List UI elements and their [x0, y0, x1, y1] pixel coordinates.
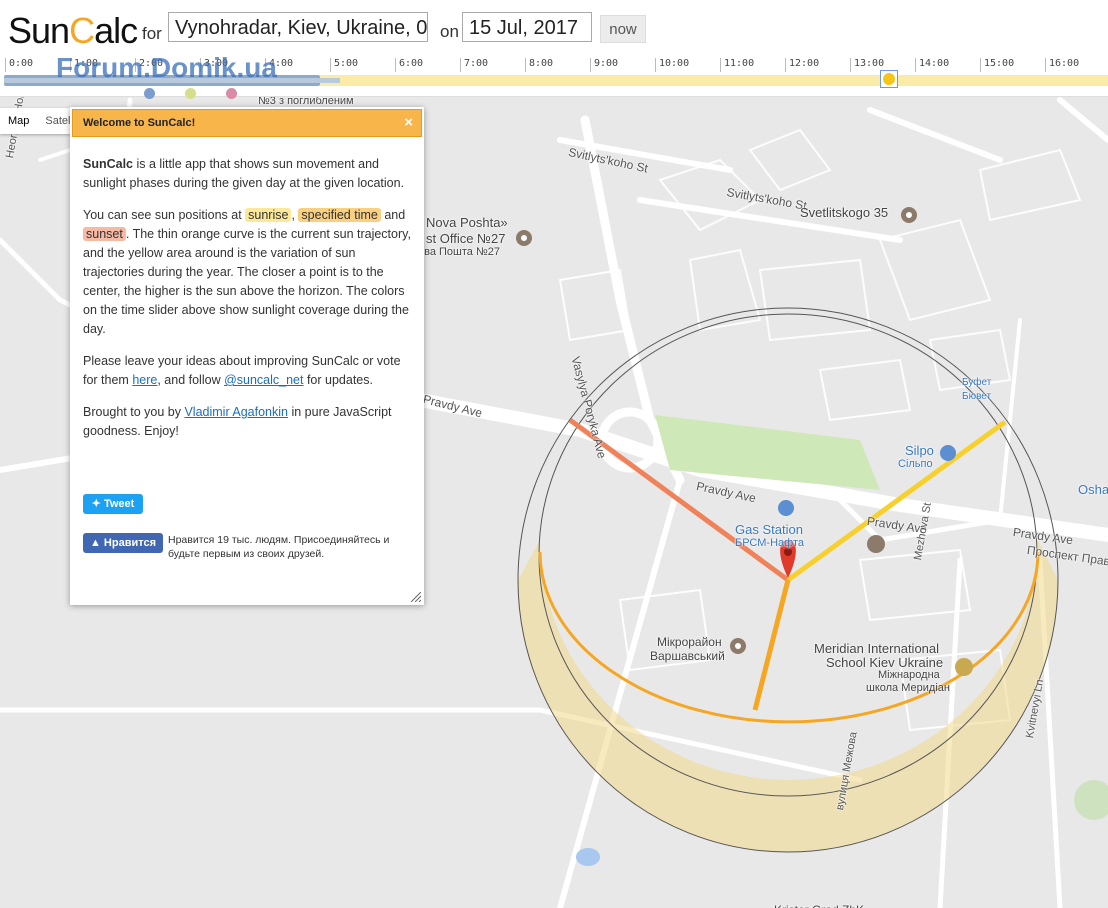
- time-tick: 11:00: [720, 58, 754, 72]
- map-label-meridian3: Міжнародна: [878, 669, 940, 681]
- daylight-band: [320, 75, 1108, 86]
- time-tick: 16:00: [1045, 58, 1079, 72]
- map-label-mikro1: Мікрорайон: [657, 635, 722, 649]
- sun-dot-icon: [883, 73, 895, 85]
- map-label-meridian1: Meridian International: [814, 641, 940, 656]
- resize-handle-icon[interactable]: [411, 592, 421, 602]
- map-label-nova-poshta2: st Office №27: [426, 231, 506, 246]
- map-type-map-button[interactable]: Map: [0, 108, 37, 134]
- close-icon[interactable]: ×: [404, 110, 413, 136]
- time-tick: 14:00: [915, 58, 949, 72]
- map-label-gas2: БРСМ-Нафта: [735, 537, 804, 549]
- specified-time-highlight: specified time: [298, 208, 381, 222]
- map-type-control: Map Satel: [0, 108, 79, 134]
- time-tick: 10:00: [655, 58, 689, 72]
- time-tick: 12:00: [785, 58, 819, 72]
- legend-text-b: . The thin orange curve is the current s…: [83, 227, 411, 336]
- map-label-zhk: Kristor Grad ZhK: [774, 903, 864, 908]
- map-label-bufet2: Бювет: [962, 391, 992, 402]
- golden-hour-marker-dot[interactable]: [226, 88, 237, 99]
- welcome-panel-body: SunCalc is a little app that shows sun m…: [83, 155, 413, 454]
- location-input[interactable]: Vynohradar, Kiev, Ukraine, 0:: [168, 12, 428, 42]
- welcome-panel-title: Welcome to SunCalc!: [83, 117, 196, 129]
- on-label: on: [440, 22, 459, 41]
- sunrise-marker-dot[interactable]: [185, 88, 196, 99]
- author-link[interactable]: Vladimir Agafonkin: [184, 405, 288, 419]
- facebook-like-button[interactable]: ▲ Нравится: [83, 533, 163, 553]
- tweet-label: Tweet: [103, 498, 135, 510]
- time-tick: 5:00: [330, 58, 358, 72]
- map-label-meridian2: School Kiev Ukraine: [826, 655, 944, 670]
- time-tick: 0:00: [5, 58, 33, 72]
- watermark: Forum.Domik.ua: [56, 52, 277, 83]
- now-button[interactable]: now: [600, 15, 646, 43]
- sunset-highlight: sunset: [83, 227, 126, 241]
- time-tick: 15:00: [980, 58, 1014, 72]
- map-label-svetlitskogo35: Svetlitskogo 35: [800, 205, 889, 220]
- welcome-panel-header: Welcome to SunCalc! ×: [72, 109, 422, 137]
- logo-part-alc: alc: [94, 10, 138, 51]
- facebook-like-text: Нравится 19 тыс. людям. Присоединяйтесь …: [168, 534, 390, 560]
- for-label: for: [142, 24, 162, 43]
- legend-text-a: You can see sun positions at: [83, 208, 246, 222]
- time-tick: 13:00: [850, 58, 884, 72]
- twitter-link[interactable]: @suncalc_net: [224, 373, 303, 387]
- facebook-like-label: Нравится: [103, 537, 157, 549]
- logo-part-c: C: [69, 10, 95, 51]
- time-tick: 6:00: [395, 58, 423, 72]
- suncalc-name: SunCalc: [83, 157, 134, 171]
- map-label-nova-poshta1: Nova Poshta»: [426, 215, 508, 230]
- credits-text-a: Brought to you by: [83, 405, 185, 419]
- feedback-text-b: , and follow: [157, 373, 225, 387]
- tweet-button[interactable]: ✦ Tweet: [83, 494, 143, 514]
- map-label-silpo2: Сільпо: [898, 458, 933, 470]
- here-link[interactable]: here: [132, 373, 157, 387]
- time-tick: 8:00: [525, 58, 553, 72]
- map-label-silpo1: Silpo: [905, 443, 934, 458]
- legend-comma: ,: [291, 208, 295, 222]
- map-label-osha: Osha: [1078, 482, 1108, 497]
- intro-paragraph: SunCalc is a little app that shows sun m…: [83, 155, 413, 193]
- logo-part-sun: Sun: [8, 10, 70, 51]
- date-input[interactable]: 15 Jul, 2017: [462, 12, 592, 42]
- map-label-mikro2: Варшавський: [650, 649, 725, 663]
- welcome-panel: Welcome to SunCalc! × SunCalc is a littl…: [70, 107, 424, 605]
- map-label-nova-poshta3: ова Пошта №27: [418, 246, 500, 258]
- map-label-top-cut: №3 з поглибленим: [258, 97, 354, 107]
- legend-and: and: [380, 208, 406, 222]
- sunrise-highlight: sunrise: [245, 208, 292, 222]
- feedback-text-c: for updates.: [303, 373, 373, 387]
- suncalc-logo[interactable]: SunCalc: [8, 10, 138, 52]
- time-tick: 7:00: [460, 58, 488, 72]
- twitter-bird-icon: ✦: [91, 498, 104, 510]
- time-tick: 9:00: [590, 58, 618, 72]
- map-label-gas1: Gas Station: [735, 522, 803, 537]
- time-slider-handle[interactable]: [880, 70, 898, 88]
- map-label-bufet1: Буфет: [962, 377, 992, 388]
- dawn-marker-dot[interactable]: [144, 88, 155, 99]
- map-label-meridian4: школа Меридіан: [866, 682, 950, 694]
- legend-paragraph: You can see sun positions at sunrise, sp…: [83, 206, 413, 339]
- thumbs-up-icon: ▲: [89, 537, 104, 549]
- credits-paragraph: Brought to you by Vladimir Agafonkin in …: [83, 403, 413, 441]
- feedback-paragraph: Please leave your ideas about improving …: [83, 352, 413, 390]
